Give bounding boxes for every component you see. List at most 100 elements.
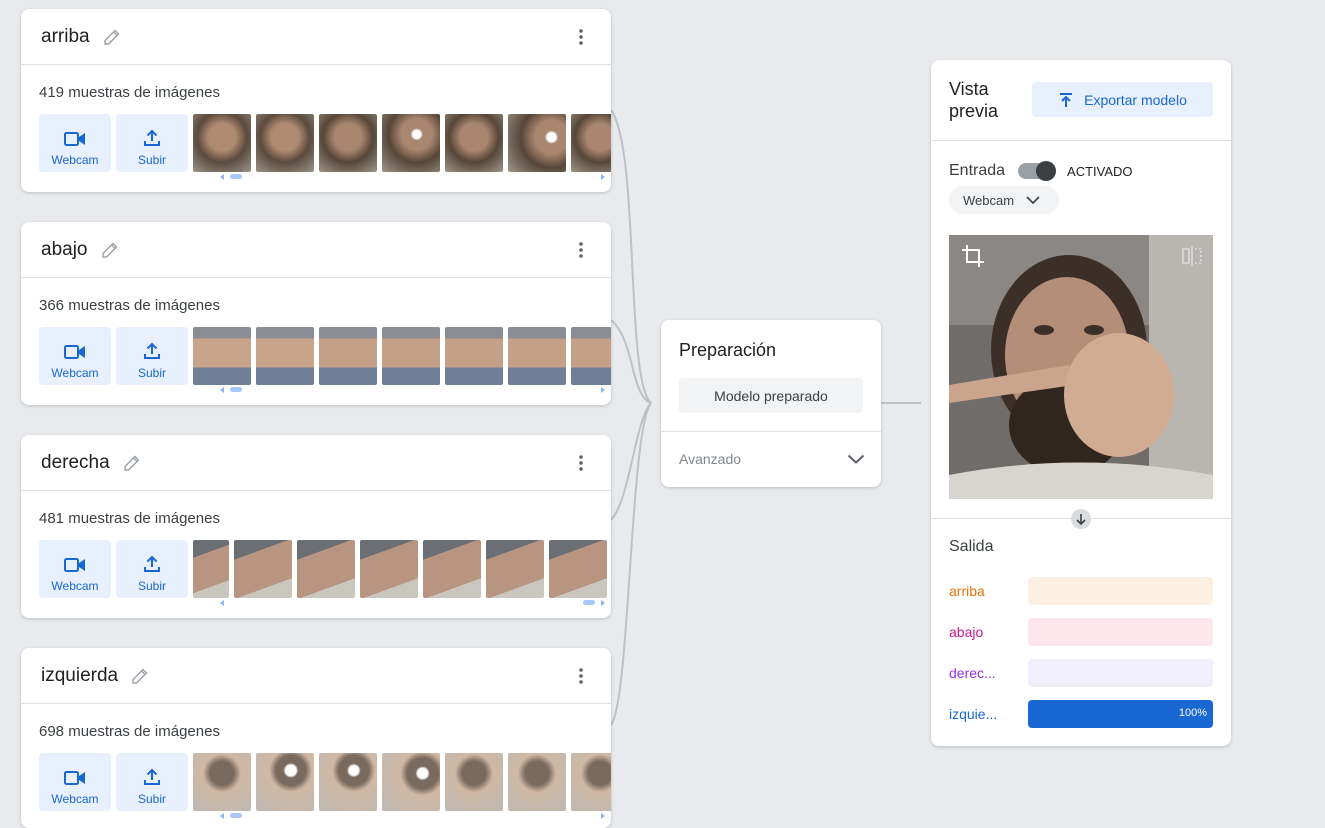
export-model-button[interactable]: Exportar modelo xyxy=(1032,82,1213,117)
videocam-icon xyxy=(64,132,85,146)
sample-thumbnail[interactable] xyxy=(193,114,251,172)
sample-thumbnail[interactable] xyxy=(256,114,314,172)
class-title[interactable]: izquierda xyxy=(41,665,118,687)
sample-thumbnail[interactable] xyxy=(549,540,607,598)
sample-count: 366 muestras de imágenes xyxy=(39,297,220,314)
input-source-select[interactable]: Webcam xyxy=(949,186,1059,214)
sample-thumbnail[interactable] xyxy=(382,114,440,172)
output-label: izquie... xyxy=(949,706,998,722)
output-label: derec... xyxy=(949,665,996,681)
sample-thumbnail[interactable] xyxy=(508,753,566,811)
thumbnail-scrollbar[interactable] xyxy=(216,813,609,819)
sample-thumbnail[interactable] xyxy=(571,753,611,811)
output-row-derecha: derec... xyxy=(949,659,1213,687)
input-toggle[interactable] xyxy=(1018,161,1057,181)
input-label: Entrada xyxy=(949,162,1006,179)
upload-button[interactable]: Subir xyxy=(116,540,188,598)
sample-thumbnail[interactable] xyxy=(234,540,292,598)
videocam-icon xyxy=(64,771,85,785)
scroll-thumb[interactable] xyxy=(230,813,242,818)
upload-icon xyxy=(1060,92,1073,107)
confidence-percent: 100% xyxy=(1178,707,1207,719)
sample-thumbnails[interactable] xyxy=(193,327,611,385)
more-vert-icon[interactable] xyxy=(571,666,591,686)
upload-label: Subir xyxy=(137,153,166,167)
scroll-left-icon[interactable] xyxy=(220,174,224,180)
webcam-button[interactable]: Webcam xyxy=(39,114,111,172)
scroll-left-icon[interactable] xyxy=(220,387,224,393)
sample-thumbnail[interactable] xyxy=(360,540,418,598)
scroll-thumb[interactable] xyxy=(583,600,595,605)
webcam-label: Webcam xyxy=(51,579,99,593)
upload-icon xyxy=(144,768,160,785)
class-title[interactable]: arriba xyxy=(41,26,90,48)
input-source-value: Webcam xyxy=(963,192,1015,208)
crop-icon[interactable] xyxy=(961,244,985,268)
sample-thumbnail[interactable] xyxy=(382,327,440,385)
sample-thumbnail[interactable] xyxy=(297,540,355,598)
videocam-icon xyxy=(64,558,85,572)
upload-button[interactable]: Subir xyxy=(116,753,188,811)
sample-thumbnail[interactable] xyxy=(445,753,503,811)
pencil-icon[interactable] xyxy=(100,240,120,260)
arrow-down-icon[interactable] xyxy=(1071,509,1091,529)
thumbnail-scrollbar[interactable] xyxy=(216,600,609,606)
sample-thumbnail[interactable] xyxy=(445,114,503,172)
sample-count: 481 muestras de imágenes xyxy=(39,510,220,527)
upload-button[interactable]: Subir xyxy=(116,114,188,172)
scroll-thumb[interactable] xyxy=(230,174,242,179)
sample-thumbnail[interactable] xyxy=(319,753,377,811)
sample-thumbnail[interactable] xyxy=(571,114,611,172)
pencil-icon[interactable] xyxy=(130,666,150,686)
chevron-down-icon xyxy=(1026,196,1040,204)
webcam-label: Webcam xyxy=(51,366,99,380)
sample-thumbnail[interactable] xyxy=(445,327,503,385)
class-title[interactable]: derecha xyxy=(41,452,110,474)
upload-label: Subir xyxy=(137,366,166,380)
scroll-right-icon[interactable] xyxy=(601,600,605,606)
output-label: abajo xyxy=(949,624,984,640)
scroll-right-icon[interactable] xyxy=(601,387,605,393)
training-title: Preparación xyxy=(679,340,777,360)
pencil-icon[interactable] xyxy=(122,453,142,473)
sample-thumbnail[interactable] xyxy=(571,327,611,385)
more-vert-icon[interactable] xyxy=(571,453,591,473)
sample-thumbnail[interactable] xyxy=(193,753,251,811)
sample-thumbnails[interactable] xyxy=(193,753,611,811)
more-vert-icon[interactable] xyxy=(571,240,591,260)
class-card-arriba: arriba 419 muestras de imágenes Webcam S… xyxy=(21,9,611,192)
flip-icon[interactable] xyxy=(1181,245,1203,267)
sample-thumbnail[interactable] xyxy=(319,327,377,385)
more-vert-icon[interactable] xyxy=(571,27,591,47)
sample-thumbnail[interactable] xyxy=(423,540,481,598)
upload-label: Subir xyxy=(137,792,166,806)
sample-thumbnail[interactable] xyxy=(319,114,377,172)
sample-thumbnail[interactable] xyxy=(256,753,314,811)
thumbnail-scrollbar[interactable] xyxy=(216,387,609,393)
pencil-icon[interactable] xyxy=(102,27,122,47)
sample-thumbnail[interactable] xyxy=(508,327,566,385)
webcam-button[interactable]: Webcam xyxy=(39,540,111,598)
sample-thumbnail[interactable] xyxy=(508,114,566,172)
sample-thumbnail[interactable] xyxy=(193,327,251,385)
upload-button[interactable]: Subir xyxy=(116,327,188,385)
webcam-button[interactable]: Webcam xyxy=(39,327,111,385)
thumbnail-scrollbar[interactable] xyxy=(216,174,609,180)
sample-thumbnail[interactable] xyxy=(486,540,544,598)
sample-thumbnails[interactable] xyxy=(193,540,611,598)
sample-thumbnails[interactable] xyxy=(193,114,611,172)
sample-thumbnail[interactable] xyxy=(256,327,314,385)
sample-thumbnail[interactable] xyxy=(193,540,229,598)
scroll-thumb[interactable] xyxy=(230,387,242,392)
preview-title: Vista previa xyxy=(949,79,999,121)
train-model-button[interactable]: Modelo preparado xyxy=(679,378,863,413)
class-title[interactable]: abajo xyxy=(41,239,88,261)
scroll-right-icon[interactable] xyxy=(601,174,605,180)
scroll-left-icon[interactable] xyxy=(220,813,224,819)
scroll-left-icon[interactable] xyxy=(220,600,224,606)
scroll-right-icon[interactable] xyxy=(601,813,605,819)
videocam-icon xyxy=(64,345,85,359)
sample-thumbnail[interactable] xyxy=(382,753,440,811)
webcam-button[interactable]: Webcam xyxy=(39,753,111,811)
advanced-toggle[interactable]: Avanzado xyxy=(661,432,881,486)
